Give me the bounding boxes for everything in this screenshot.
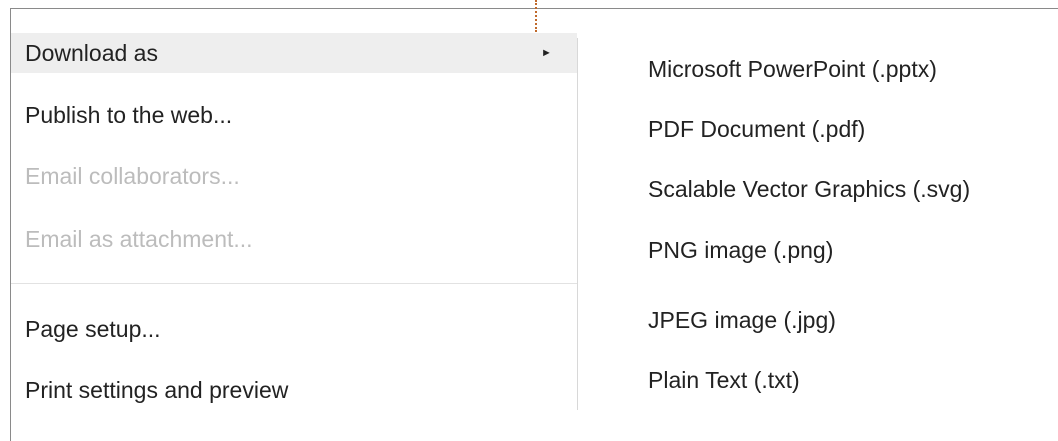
menu-item-label: Download as bbox=[25, 40, 158, 66]
menu-item-download-as[interactable]: Download as ► bbox=[11, 33, 577, 73]
submenu-item-label: PNG image (.png) bbox=[648, 237, 834, 263]
menu-item-label: Print settings and preview bbox=[25, 377, 289, 403]
submenu-item-png[interactable]: PNG image (.png) bbox=[578, 230, 1058, 270]
menu-item-email-collaborators: Email collaborators... bbox=[11, 156, 577, 196]
submenu-item-label: Plain Text (.txt) bbox=[648, 367, 800, 393]
menu-item-email-as-attachment: Email as attachment... bbox=[11, 219, 577, 259]
submenu-item-jpg[interactable]: JPEG image (.jpg) bbox=[578, 300, 1058, 340]
menu-item-print-settings[interactable]: Print settings and preview bbox=[11, 370, 577, 410]
dotted-guide-line bbox=[535, 0, 537, 32]
submenu-item-svg[interactable]: Scalable Vector Graphics (.svg) bbox=[578, 169, 1058, 209]
menu-item-label: Email collaborators... bbox=[25, 163, 240, 189]
menu-item-publish-to-web[interactable]: Publish to the web... bbox=[11, 95, 577, 135]
submenu-arrow-icon: ► bbox=[541, 47, 552, 59]
download-as-submenu: Microsoft PowerPoint (.pptx) PDF Documen… bbox=[578, 38, 1058, 410]
submenu-item-label: Scalable Vector Graphics (.svg) bbox=[648, 176, 971, 202]
submenu-item-pdf[interactable]: PDF Document (.pdf) bbox=[578, 109, 1058, 149]
menu-item-label: Email as attachment... bbox=[25, 226, 253, 252]
submenu-item-txt[interactable]: Plain Text (.txt) bbox=[578, 360, 1058, 400]
file-menu: Download as ► Publish to the web... Emai… bbox=[11, 33, 578, 410]
submenu-item-label: JPEG image (.jpg) bbox=[648, 307, 836, 333]
menu-item-page-setup[interactable]: Page setup... bbox=[11, 309, 577, 349]
menu-item-label: Publish to the web... bbox=[25, 102, 233, 128]
submenu-item-label: PDF Document (.pdf) bbox=[648, 116, 866, 142]
menu-item-label: Page setup... bbox=[25, 316, 161, 342]
submenu-item-pptx[interactable]: Microsoft PowerPoint (.pptx) bbox=[578, 49, 1058, 89]
submenu-item-label: Microsoft PowerPoint (.pptx) bbox=[648, 56, 937, 82]
menu-separator bbox=[11, 283, 577, 284]
